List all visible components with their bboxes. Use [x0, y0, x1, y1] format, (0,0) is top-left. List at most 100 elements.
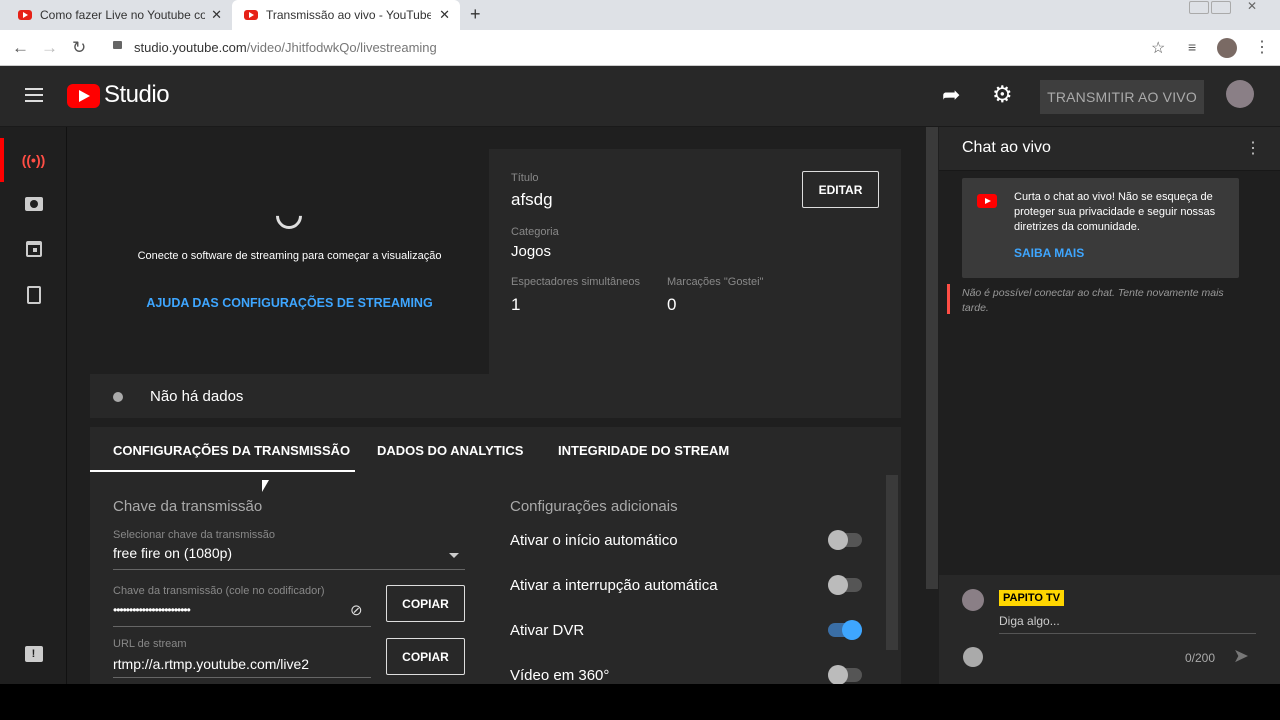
- stream-key-section-title: Chave da transmissão: [113, 498, 263, 515]
- sidebar: ((•)) !: [0, 127, 67, 684]
- url-path: /video/JhitfodwkQo/livestreaming: [246, 40, 437, 55]
- sidebar-item-webcam[interactable]: [0, 182, 67, 226]
- tab-title: Como fazer Live no Youtube com: [40, 8, 205, 22]
- dvr-toggle[interactable]: [828, 620, 862, 640]
- stream-status-row: Não há dados: [90, 374, 901, 418]
- youtube-favicon-icon: [18, 10, 32, 20]
- sidebar-item-feedback[interactable]: !: [0, 632, 67, 676]
- chat-notice-text: Curta o chat ao vivo! Não se esqueça de …: [1014, 191, 1216, 233]
- active-tab-underline: [90, 470, 355, 472]
- auto-stop-toggle[interactable]: [828, 575, 862, 595]
- category-value: Jogos: [511, 243, 552, 260]
- sidebar-item-manage[interactable]: [0, 273, 67, 317]
- close-tab-icon[interactable]: ✕: [211, 7, 222, 23]
- camera-icon: [24, 197, 43, 211]
- tab-stream-settings[interactable]: CONFIGURAÇÕES DA TRANSMISSÃO: [113, 443, 350, 458]
- chat-header: Chat ao vivo ⋮: [939, 127, 1280, 171]
- browser-tab-active[interactable]: Transmissão ao vivo - YouTube S ✕: [232, 0, 460, 30]
- browser-tab[interactable]: Como fazer Live no Youtube com ✕: [0, 0, 232, 30]
- share-icon[interactable]: ➦: [942, 82, 960, 108]
- tab-analytics[interactable]: DADOS DO ANALYTICS: [377, 443, 523, 458]
- settings-gear-icon[interactable]: ⚙: [992, 81, 1013, 108]
- content-manager-icon: [26, 286, 41, 304]
- likes-value: 0: [667, 295, 677, 314]
- bottom-letterbox: [0, 684, 1280, 720]
- stream-key-select-value: free fire on (1080p): [113, 545, 233, 561]
- select-key-label: Selecionar chave da transmissão: [113, 529, 276, 541]
- concurrent-viewers-value: 1: [511, 295, 521, 314]
- stream-preview: Conecte o software de streaming para com…: [90, 149, 489, 374]
- reload-icon[interactable]: ↻: [72, 38, 86, 58]
- media-control-icon[interactable]: ≡: [1188, 39, 1196, 55]
- browser-address-bar: ← → ↻ studio.youtube.com/video/Jhitfodwk…: [0, 30, 1280, 66]
- stream-settings-panel: Chave da transmissão Selecionar chave da…: [90, 473, 901, 685]
- status-dot-icon: [113, 392, 123, 402]
- likes-label: Marcações "Gostei": [667, 276, 764, 288]
- settings-scrollbar[interactable]: [886, 475, 898, 650]
- copy-key-button[interactable]: COPIAR: [386, 585, 465, 622]
- sidebar-item-stream[interactable]: ((•)): [0, 138, 67, 182]
- youtube-logo-icon[interactable]: [67, 84, 100, 108]
- studio-header: Studio ➦ ⚙ TRANSMITIR AO VIVO: [0, 66, 1280, 127]
- dvr-label: Ativar DVR: [510, 622, 585, 639]
- stream-info-panel: Título afsdg Categoria Jogos Espectadore…: [489, 149, 901, 374]
- copy-url-button[interactable]: COPIAR: [386, 638, 465, 675]
- dropdown-arrow-icon: [449, 553, 459, 558]
- youtube-icon: [977, 194, 997, 208]
- bookmark-star-icon[interactable]: ☆: [1151, 38, 1165, 58]
- chat-input[interactable]: Diga algo...: [999, 614, 1060, 628]
- profile-avatar[interactable]: [1217, 38, 1237, 58]
- restore-icon[interactable]: [1211, 1, 1231, 14]
- live-broadcast-icon: ((•)): [21, 152, 46, 168]
- auto-start-toggle[interactable]: [828, 530, 862, 550]
- preview-message: Conecte o software de streaming para com…: [137, 250, 442, 262]
- learn-more-link[interactable]: SAIBA MAIS: [1014, 246, 1084, 260]
- close-tab-icon[interactable]: ✕: [439, 7, 450, 23]
- hamburger-menu-icon[interactable]: [25, 88, 43, 102]
- main-scrollbar[interactable]: [925, 127, 939, 684]
- chat-input-area: PAPITO TV Diga algo... 0/200 ➤: [939, 575, 1280, 684]
- chat-welcome-card: Curta o chat ao vivo! Não se esqueça de …: [962, 178, 1239, 278]
- send-icon[interactable]: ➤: [1233, 645, 1249, 668]
- auto-start-label: Ativar o início automático: [510, 532, 678, 549]
- video-360-label: Vídeo em 360°: [510, 667, 610, 684]
- chat-title: Chat ao vivo: [962, 139, 1051, 156]
- sidebar-item-schedule[interactable]: [0, 227, 67, 271]
- live-chat-panel: Chat ao vivo ⋮ Curta o chat ao vivo! Não…: [939, 127, 1280, 684]
- stream-key-select[interactable]: free fire on (1080p): [113, 545, 463, 569]
- chat-menu-icon[interactable]: ⋮: [1245, 138, 1261, 158]
- close-window-icon[interactable]: ✕: [1247, 0, 1257, 13]
- tab-stream-health[interactable]: INTEGRIDADE DO STREAM: [558, 443, 729, 458]
- youtube-favicon-icon: [244, 10, 258, 20]
- minimize-icon[interactable]: [1189, 1, 1209, 14]
- browser-menu-icon[interactable]: ⋮: [1254, 37, 1270, 57]
- url-underline: [113, 677, 371, 678]
- select-underline: [113, 569, 465, 570]
- channel-avatar[interactable]: [1226, 80, 1254, 108]
- loading-spinner-icon: [270, 197, 308, 235]
- active-indicator: [0, 138, 4, 182]
- url-host: studio.youtube.com: [134, 40, 247, 55]
- stream-url-label: URL de stream: [113, 638, 187, 650]
- stream-tabs: CONFIGURAÇÕES DA TRANSMISSÃO DADOS DO AN…: [90, 427, 901, 473]
- streaming-help-link[interactable]: AJUDA DAS CONFIGURAÇÕES DE STREAMING: [90, 296, 489, 310]
- stream-key-field[interactable]: ••••••••••••••••••••••••: [113, 603, 191, 617]
- url-field[interactable]: studio.youtube.com/video/JhitfodwkQo/liv…: [134, 40, 437, 55]
- status-text: Não há dados: [150, 388, 244, 405]
- video-360-toggle[interactable]: [828, 665, 862, 685]
- scrollbar-thumb[interactable]: [926, 127, 938, 589]
- go-live-button[interactable]: TRANSMITIR AO VIVO: [1040, 80, 1204, 114]
- back-icon[interactable]: ←: [12, 38, 29, 58]
- error-indicator: [947, 284, 950, 314]
- calendar-icon: [25, 241, 42, 257]
- stream-url-field[interactable]: rtmp://a.rtmp.youtube.com/live2: [113, 656, 309, 672]
- hide-visibility-icon[interactable]: ⊘: [350, 601, 363, 619]
- emoji-icon[interactable]: [963, 647, 983, 667]
- forward-icon[interactable]: →: [41, 38, 58, 58]
- edit-button[interactable]: EDITAR: [802, 171, 879, 208]
- concurrent-viewers-label: Espectadores simultâneos: [511, 276, 641, 288]
- chat-input-underline: [999, 633, 1256, 634]
- username-badge: PAPITO TV: [999, 590, 1065, 606]
- new-tab-icon[interactable]: +: [470, 4, 481, 25]
- chat-error-message: Não é possível conectar ao chat. Tente n…: [962, 287, 1224, 314]
